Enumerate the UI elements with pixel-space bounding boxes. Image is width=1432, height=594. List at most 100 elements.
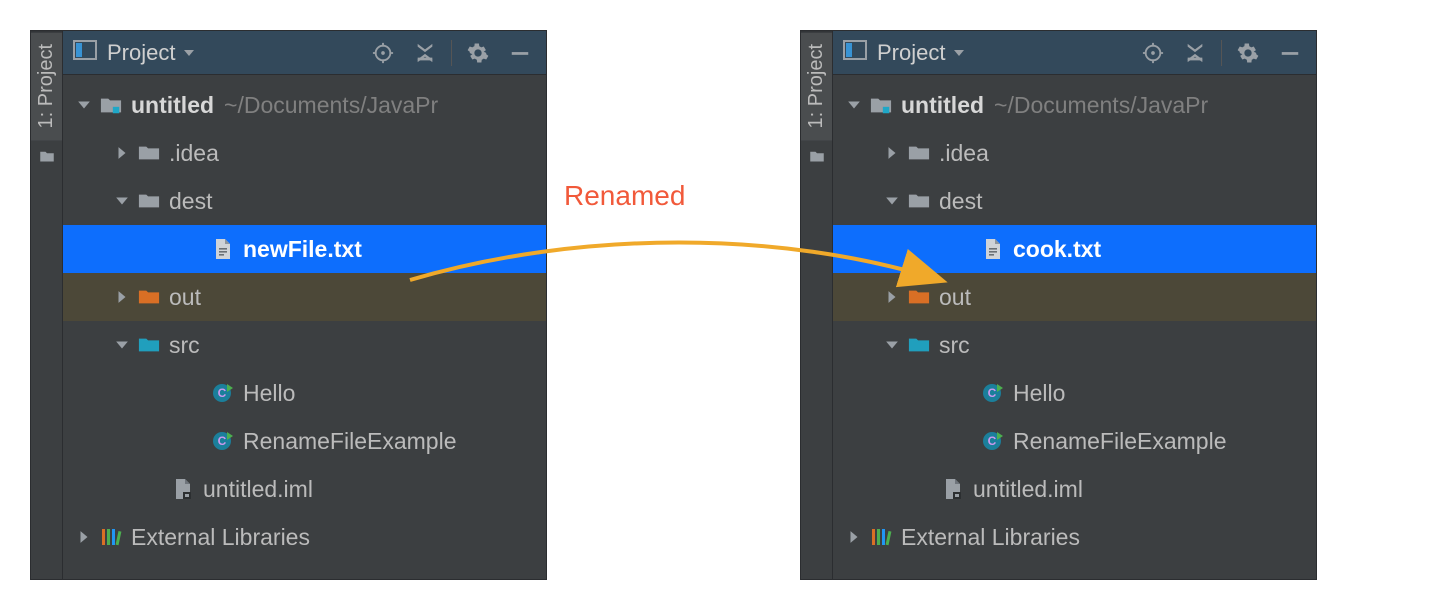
locate-icon[interactable] [367,37,399,69]
locate-icon[interactable] [1137,37,1169,69]
svg-text:C: C [218,434,227,448]
expand-arrow-right-icon[interactable] [111,142,133,164]
tree-node-class-hello[interactable]: C Hello [63,369,546,417]
tree-node-label: dest [169,188,212,215]
tree-node-project-root[interactable]: untitled ~/Documents/JavaPr [63,81,546,129]
tree-node-src[interactable]: src [833,321,1316,369]
tree-node-out[interactable]: out [833,273,1316,321]
java-class-runnable-icon: C [211,429,235,453]
svg-text:C: C [218,386,227,400]
view-mode-icon[interactable] [73,40,97,65]
svg-text:C: C [988,434,997,448]
folder-source-icon [907,333,931,357]
tree-node-class-rename[interactable]: C RenameFileExample [833,417,1316,465]
tree-node-label: untitled.iml [973,476,1083,503]
tree-node-iml[interactable]: untitled.iml [833,465,1316,513]
hide-icon[interactable] [504,37,536,69]
tree-node-newfile[interactable]: newFile.txt [63,225,546,273]
project-tool-window-after: 1: Project Project [800,30,1317,580]
tree-node-label: External Libraries [901,524,1080,551]
tree-node-external-libraries[interactable]: External Libraries [833,513,1316,561]
toolbar-title[interactable]: Project [107,40,195,66]
toolbar-title-text: Project [107,40,175,66]
project-tree[interactable]: untitled ~/Documents/JavaPr .idea dest c… [833,75,1316,579]
expand-arrow-right-icon[interactable] [843,526,865,548]
tree-node-project-root[interactable]: untitled ~/Documents/JavaPr [833,81,1316,129]
tree-node-label: .idea [169,140,219,167]
module-file-icon [941,477,965,501]
tree-node-label: newFile.txt [243,236,362,263]
folder-excluded-icon [907,285,931,309]
folder-icon [137,141,161,165]
folder-icon [907,141,931,165]
project-tree[interactable]: untitled ~/Documents/JavaPr .idea dest n… [63,75,546,579]
hide-icon[interactable] [1274,37,1306,69]
panel-main: Project untitled ~/Document [63,31,546,579]
tree-node-src[interactable]: src [63,321,546,369]
tree-node-path: ~/Documents/JavaPr [224,92,438,119]
tree-node-cookfile[interactable]: cook.txt [833,225,1316,273]
panel-main: Project untitled ~/Document [833,31,1316,579]
java-class-runnable-icon: C [981,429,1005,453]
expand-arrow-right-icon[interactable] [881,286,903,308]
toolbar-title-text: Project [877,40,945,66]
collapse-all-icon[interactable] [409,37,441,69]
expand-arrow-down-icon[interactable] [73,94,95,116]
tree-node-label: .idea [939,140,989,167]
view-mode-icon[interactable] [843,40,867,65]
tree-node-label: RenameFileExample [1013,428,1226,455]
tree-node-idea[interactable]: .idea [63,129,546,177]
chevron-down-icon [183,47,195,59]
tree-node-label: External Libraries [131,524,310,551]
expand-arrow-down-icon[interactable] [111,190,133,212]
tree-node-dest[interactable]: dest [833,177,1316,225]
tree-node-label: out [939,284,971,311]
annotation-renamed-label: Renamed [564,180,685,212]
tree-node-class-hello[interactable]: C Hello [833,369,1316,417]
folder-icon [907,189,931,213]
text-file-icon [211,237,235,261]
folder-source-icon [137,333,161,357]
tree-node-iml[interactable]: untitled.iml [63,465,546,513]
project-tab-icon [38,148,56,171]
tree-node-class-rename[interactable]: C RenameFileExample [63,417,546,465]
project-tool-window-before: 1: Project Project [30,30,547,580]
chevron-down-icon [953,47,965,59]
tree-node-label: RenameFileExample [243,428,456,455]
project-tab[interactable]: 1: Project [801,31,832,140]
tree-node-dest[interactable]: dest [63,177,546,225]
tree-node-label: dest [939,188,982,215]
gear-icon[interactable] [462,37,494,69]
folder-icon [137,189,161,213]
tree-node-path: ~/Documents/JavaPr [994,92,1208,119]
tree-node-label: untitled [131,92,214,119]
tree-node-label: Hello [1013,380,1065,407]
tree-node-out[interactable]: out [63,273,546,321]
expand-arrow-down-icon[interactable] [111,334,133,356]
java-class-runnable-icon: C [211,381,235,405]
java-class-runnable-icon: C [981,381,1005,405]
module-folder-icon [869,93,893,117]
module-file-icon [171,477,195,501]
tree-node-label: src [169,332,200,359]
expand-arrow-right-icon[interactable] [881,142,903,164]
tree-node-label: out [169,284,201,311]
project-tab-icon [808,148,826,171]
tree-node-external-libraries[interactable]: External Libraries [63,513,546,561]
gear-icon[interactable] [1232,37,1264,69]
expand-arrow-right-icon[interactable] [73,526,95,548]
tree-node-label: src [939,332,970,359]
tree-node-label: cook.txt [1013,236,1101,263]
expand-arrow-down-icon[interactable] [881,190,903,212]
expand-arrow-right-icon[interactable] [111,286,133,308]
tree-node-label: Hello [243,380,295,407]
toolbar-title[interactable]: Project [877,40,965,66]
collapse-all-icon[interactable] [1179,37,1211,69]
expand-arrow-down-icon[interactable] [881,334,903,356]
expand-arrow-down-icon[interactable] [843,94,865,116]
tree-node-idea[interactable]: .idea [833,129,1316,177]
tree-node-label: untitled [901,92,984,119]
project-tab[interactable]: 1: Project [31,31,62,140]
tool-window-header: Project [63,31,546,75]
svg-text:C: C [988,386,997,400]
